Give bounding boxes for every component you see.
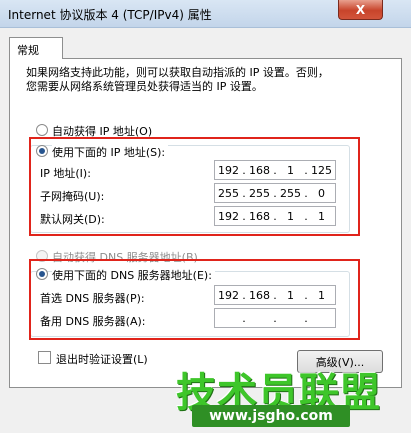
description-text: 如果网络支持此功能，则可以获取自动指派的 IP 设置。否则， 您需要从网络系统管… bbox=[26, 66, 329, 94]
watermark-url: www.jsgho.com bbox=[192, 405, 350, 427]
annotation-box-ip bbox=[29, 137, 360, 236]
description-line-2: 您需要从网络系统管理员处获得适当的 IP 设置。 bbox=[26, 80, 263, 93]
window-title: Internet 协议版本 4 (TCP/IPv4) 属性 bbox=[8, 8, 212, 22]
tab-general[interactable]: 常规 bbox=[9, 37, 63, 59]
description-line-1: 如果网络支持此功能，则可以获取自动指派的 IP 设置。否则， bbox=[26, 66, 329, 79]
validate-settings-label[interactable]: 退出时验证设置(L) bbox=[56, 351, 148, 367]
close-icon: X bbox=[355, 2, 366, 17]
title-bar[interactable]: Internet 协议版本 4 (TCP/IPv4) 属性 X bbox=[0, 0, 411, 28]
annotation-box-dns bbox=[29, 259, 360, 340]
close-button[interactable]: X bbox=[338, 0, 383, 20]
auto-ip-radio[interactable] bbox=[36, 124, 48, 136]
validate-settings-checkbox[interactable] bbox=[38, 351, 51, 364]
